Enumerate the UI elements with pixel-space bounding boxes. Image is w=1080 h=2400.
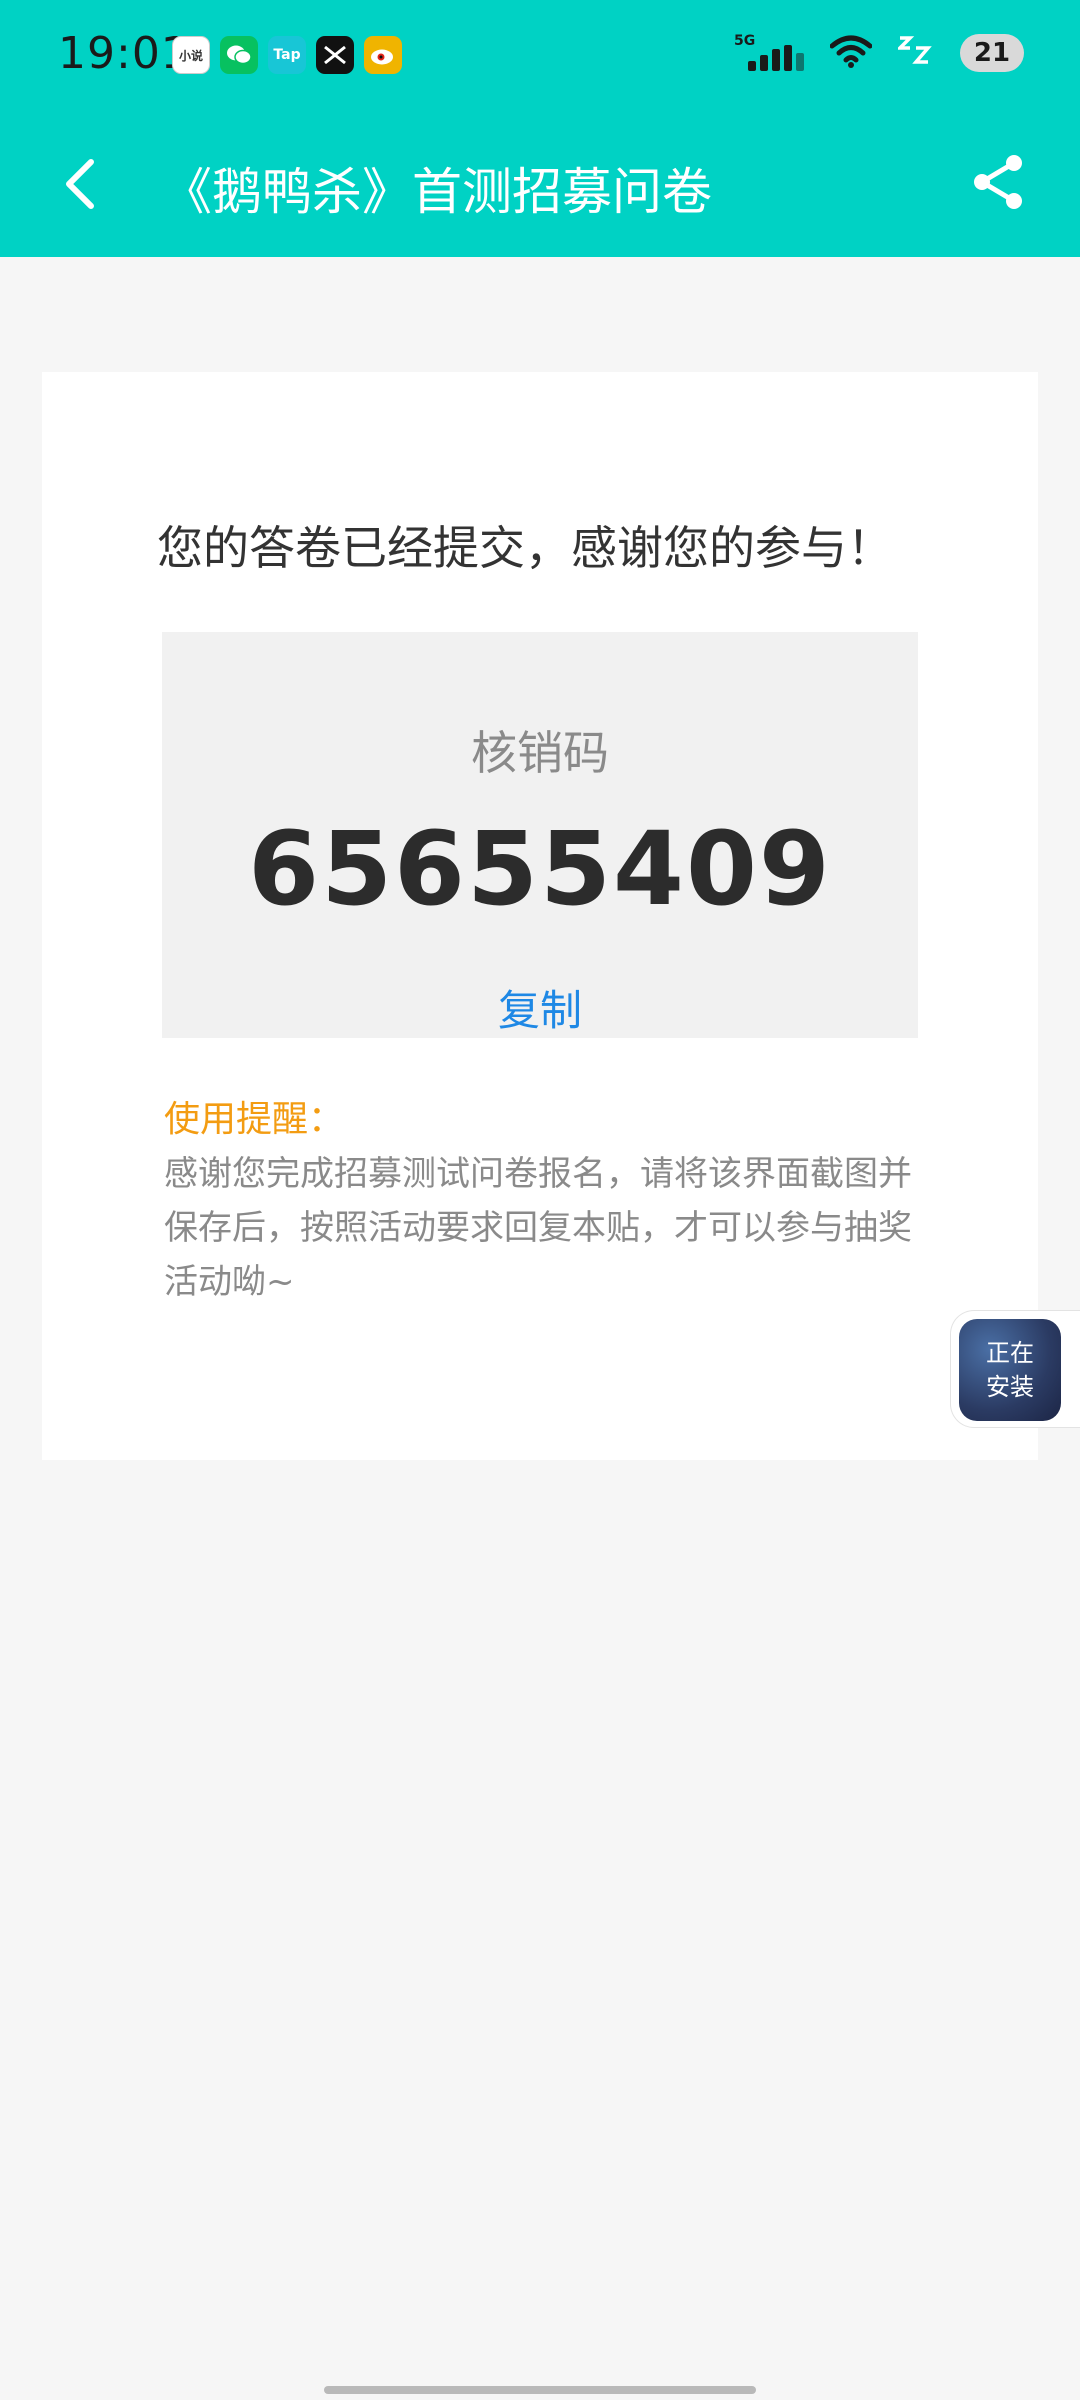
installing-floating-widget[interactable]: 正在安装	[950, 1310, 1080, 1428]
novel-app-icon-label: 小说	[178, 48, 203, 63]
weibo-icon	[364, 36, 402, 74]
back-arrow-icon	[66, 159, 94, 209]
wifi-icon	[829, 34, 873, 72]
capcut-icon	[316, 36, 354, 74]
result-card: 您的答卷已经提交，感谢您的参与！ 核销码 65655409 复制 使用提醒： 感…	[42, 372, 1038, 1460]
battery-indicator: 21	[960, 33, 1024, 72]
game-thumbnail-icon: 正在安装	[959, 1319, 1061, 1421]
sleep-mode-icon	[895, 32, 934, 73]
status-bar: 19:01 小说 Tap 5G 21	[0, 0, 1080, 112]
home-indicator[interactable]	[324, 2386, 756, 2394]
install-status-label: 正在安装	[986, 1339, 1034, 1401]
submission-message: 您的答卷已经提交，感谢您的参与！	[157, 521, 893, 575]
taptap-icon: Tap	[268, 36, 306, 74]
top-header: 19:01 小说 Tap 5G 21 《鹅鸭杀》首测招募问卷	[0, 0, 1080, 257]
navigation-bar: 《鹅鸭杀》首测招募问卷	[0, 112, 1080, 257]
page-title: 《鹅鸭杀》首测招募问卷	[162, 163, 712, 221]
cellular-signal-icon: 5G	[734, 33, 804, 73]
verification-code-box: 核销码 65655409 复制	[162, 632, 918, 1038]
status-right: 5G 21	[734, 32, 1024, 73]
share-icon	[974, 155, 1022, 209]
reminder-text: 感谢您完成招募测试问卷报名，请将该界面截图并保存后，按照活动要求回复本贴，才可以…	[164, 1154, 912, 1302]
verification-code: 65655409	[248, 810, 832, 929]
code-label: 核销码	[471, 726, 609, 780]
back-button[interactable]	[48, 152, 112, 216]
wechat-icon	[220, 36, 258, 74]
status-time: 19:01	[58, 28, 190, 79]
share-button[interactable]	[964, 148, 1032, 216]
novel-app-icon: 小说	[172, 36, 210, 74]
notification-icons: 小说 Tap	[172, 36, 402, 74]
taptap-icon-label: Tap	[273, 47, 301, 63]
copy-button[interactable]: 复制	[162, 977, 918, 1038]
reminder-title: 使用提醒：	[164, 1099, 345, 1140]
